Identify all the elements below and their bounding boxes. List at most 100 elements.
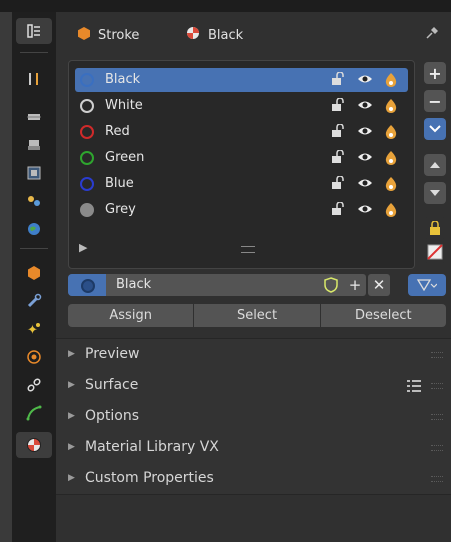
material-slot-row[interactable]: Green bbox=[75, 146, 408, 170]
unlock-icon[interactable] bbox=[331, 123, 345, 141]
tool-tab-icon[interactable] bbox=[16, 18, 52, 44]
material-slot-label: Blue bbox=[105, 176, 134, 191]
eye-icon[interactable] bbox=[357, 202, 373, 219]
constraints-tab-icon[interactable] bbox=[16, 372, 52, 398]
top-border bbox=[0, 0, 451, 12]
material-slot-row[interactable]: Red bbox=[75, 120, 408, 144]
slot-specials-menu-button[interactable] bbox=[424, 118, 446, 140]
disclosure-arrow-icon: ▶ bbox=[68, 411, 75, 421]
tab-separator bbox=[20, 248, 48, 249]
material-properties-panel: Stroke Black Black White Red Green Blue Grey … bbox=[56, 12, 451, 542]
material-tab-icon[interactable] bbox=[16, 432, 52, 458]
collapsible-section[interactable]: ▶ Material Library VX bbox=[56, 432, 451, 464]
material-slot-row[interactable]: White bbox=[75, 94, 408, 118]
material-color-icon bbox=[80, 99, 94, 113]
material-color-icon bbox=[80, 73, 94, 87]
material-mode-dropdown[interactable] bbox=[408, 274, 446, 296]
unlink-material-button[interactable]: ✕ bbox=[368, 274, 390, 296]
deselect-button[interactable]: Deselect bbox=[320, 304, 446, 327]
world-tab-icon[interactable] bbox=[16, 216, 52, 242]
list-options-icon[interactable] bbox=[407, 380, 421, 392]
disclosure-arrow-icon: ▶ bbox=[68, 349, 75, 359]
section-label: Material Library VX bbox=[85, 439, 219, 455]
collapsible-section[interactable]: ▶ Surface bbox=[56, 370, 451, 402]
material-name-value: Black bbox=[116, 277, 152, 292]
onion-skin-icon[interactable] bbox=[384, 202, 398, 221]
pin-icon[interactable] bbox=[425, 26, 439, 44]
render-tab-icon[interactable] bbox=[16, 104, 52, 130]
move-slot-down-button[interactable] bbox=[424, 182, 446, 204]
section-label: Options bbox=[85, 408, 140, 424]
onion-skin-icon[interactable] bbox=[384, 150, 398, 169]
material-slot-list[interactable]: Black White Red Green Blue Grey ▶ bbox=[68, 60, 415, 269]
eye-icon[interactable] bbox=[357, 124, 373, 141]
collapsible-section[interactable]: ▶ Preview bbox=[56, 339, 451, 371]
drag-handle-icon[interactable] bbox=[431, 476, 443, 482]
drag-handle-icon[interactable] bbox=[431, 445, 443, 451]
material-browse-icon[interactable] bbox=[68, 274, 106, 296]
view-layer-tab-icon[interactable] bbox=[16, 160, 52, 186]
data-tab-icon[interactable] bbox=[16, 400, 52, 426]
onion-skin-icon[interactable] bbox=[384, 124, 398, 143]
lock-icon[interactable] bbox=[424, 217, 446, 239]
eye-icon[interactable] bbox=[357, 98, 373, 115]
object-tab-icon[interactable] bbox=[16, 260, 52, 286]
fake-user-shield-icon[interactable] bbox=[320, 274, 342, 296]
disclosure-arrow-icon: ▶ bbox=[68, 380, 75, 390]
disclosure-arrow-icon: ▶ bbox=[68, 442, 75, 452]
modifier-tab-icon[interactable] bbox=[16, 288, 52, 314]
eye-icon[interactable] bbox=[357, 176, 373, 193]
drag-handle-icon[interactable] bbox=[431, 383, 443, 389]
unlock-icon[interactable] bbox=[331, 201, 345, 219]
collapsible-section[interactable]: ▶ Options bbox=[56, 401, 451, 433]
select-button[interactable]: Select bbox=[194, 304, 320, 327]
unlock-icon[interactable] bbox=[331, 71, 345, 89]
add-material-slot-button[interactable]: + bbox=[424, 62, 446, 84]
material-name: Black bbox=[208, 27, 244, 43]
tool-settings-icon[interactable] bbox=[16, 66, 52, 92]
remove-material-slot-button[interactable]: − bbox=[424, 90, 446, 112]
unlock-icon[interactable] bbox=[331, 149, 345, 167]
scene-tab-icon[interactable] bbox=[16, 188, 52, 214]
new-material-button[interactable]: + bbox=[344, 274, 366, 296]
breadcrumb: Stroke bbox=[78, 26, 139, 44]
material-icon bbox=[186, 26, 200, 44]
list-resize-grip[interactable] bbox=[241, 246, 255, 253]
output-tab-icon[interactable] bbox=[16, 132, 52, 158]
material-slot-row[interactable]: Black bbox=[75, 68, 408, 92]
material-slot-label: Red bbox=[105, 124, 130, 139]
material-color-icon bbox=[80, 151, 94, 165]
material-slot-label: White bbox=[105, 98, 143, 113]
hide-unused-icon[interactable] bbox=[424, 241, 446, 263]
assign-button[interactable]: Assign bbox=[68, 304, 194, 327]
material-color-icon bbox=[80, 125, 94, 139]
material-color-icon bbox=[80, 177, 94, 191]
material-slot-row[interactable]: Grey bbox=[75, 198, 408, 222]
section-label: Custom Properties bbox=[85, 470, 214, 486]
object-name: Stroke bbox=[98, 27, 140, 43]
physics-tab-icon[interactable] bbox=[16, 344, 52, 370]
material-slot-row[interactable]: Blue bbox=[75, 172, 408, 196]
tab-separator bbox=[20, 52, 48, 53]
object-icon bbox=[78, 26, 90, 44]
section-label: Preview bbox=[85, 346, 140, 362]
properties-tab-column: ✦ bbox=[12, 12, 56, 542]
collapsible-section[interactable]: ▶ Custom Properties bbox=[56, 463, 451, 495]
onion-skin-icon[interactable] bbox=[384, 98, 398, 117]
panel-header: Stroke Black bbox=[56, 12, 451, 58]
unlock-icon[interactable] bbox=[331, 175, 345, 193]
section-label: Surface bbox=[85, 377, 139, 393]
expand-arrow-icon[interactable]: ▶ bbox=[79, 241, 87, 254]
drag-handle-icon[interactable] bbox=[431, 414, 443, 420]
effects-tab-icon[interactable]: ✦ bbox=[16, 316, 52, 342]
eye-icon[interactable] bbox=[357, 150, 373, 167]
material-slot-label: Green bbox=[105, 150, 145, 165]
move-slot-up-button[interactable] bbox=[424, 154, 446, 176]
drag-handle-icon[interactable] bbox=[431, 352, 443, 358]
onion-skin-icon[interactable] bbox=[384, 72, 398, 91]
eye-icon[interactable] bbox=[357, 72, 373, 89]
onion-skin-icon[interactable] bbox=[384, 176, 398, 195]
unlock-icon[interactable] bbox=[331, 97, 345, 115]
disclosure-arrow-icon: ▶ bbox=[68, 473, 75, 483]
material-name-field[interactable]: Black bbox=[68, 274, 354, 296]
